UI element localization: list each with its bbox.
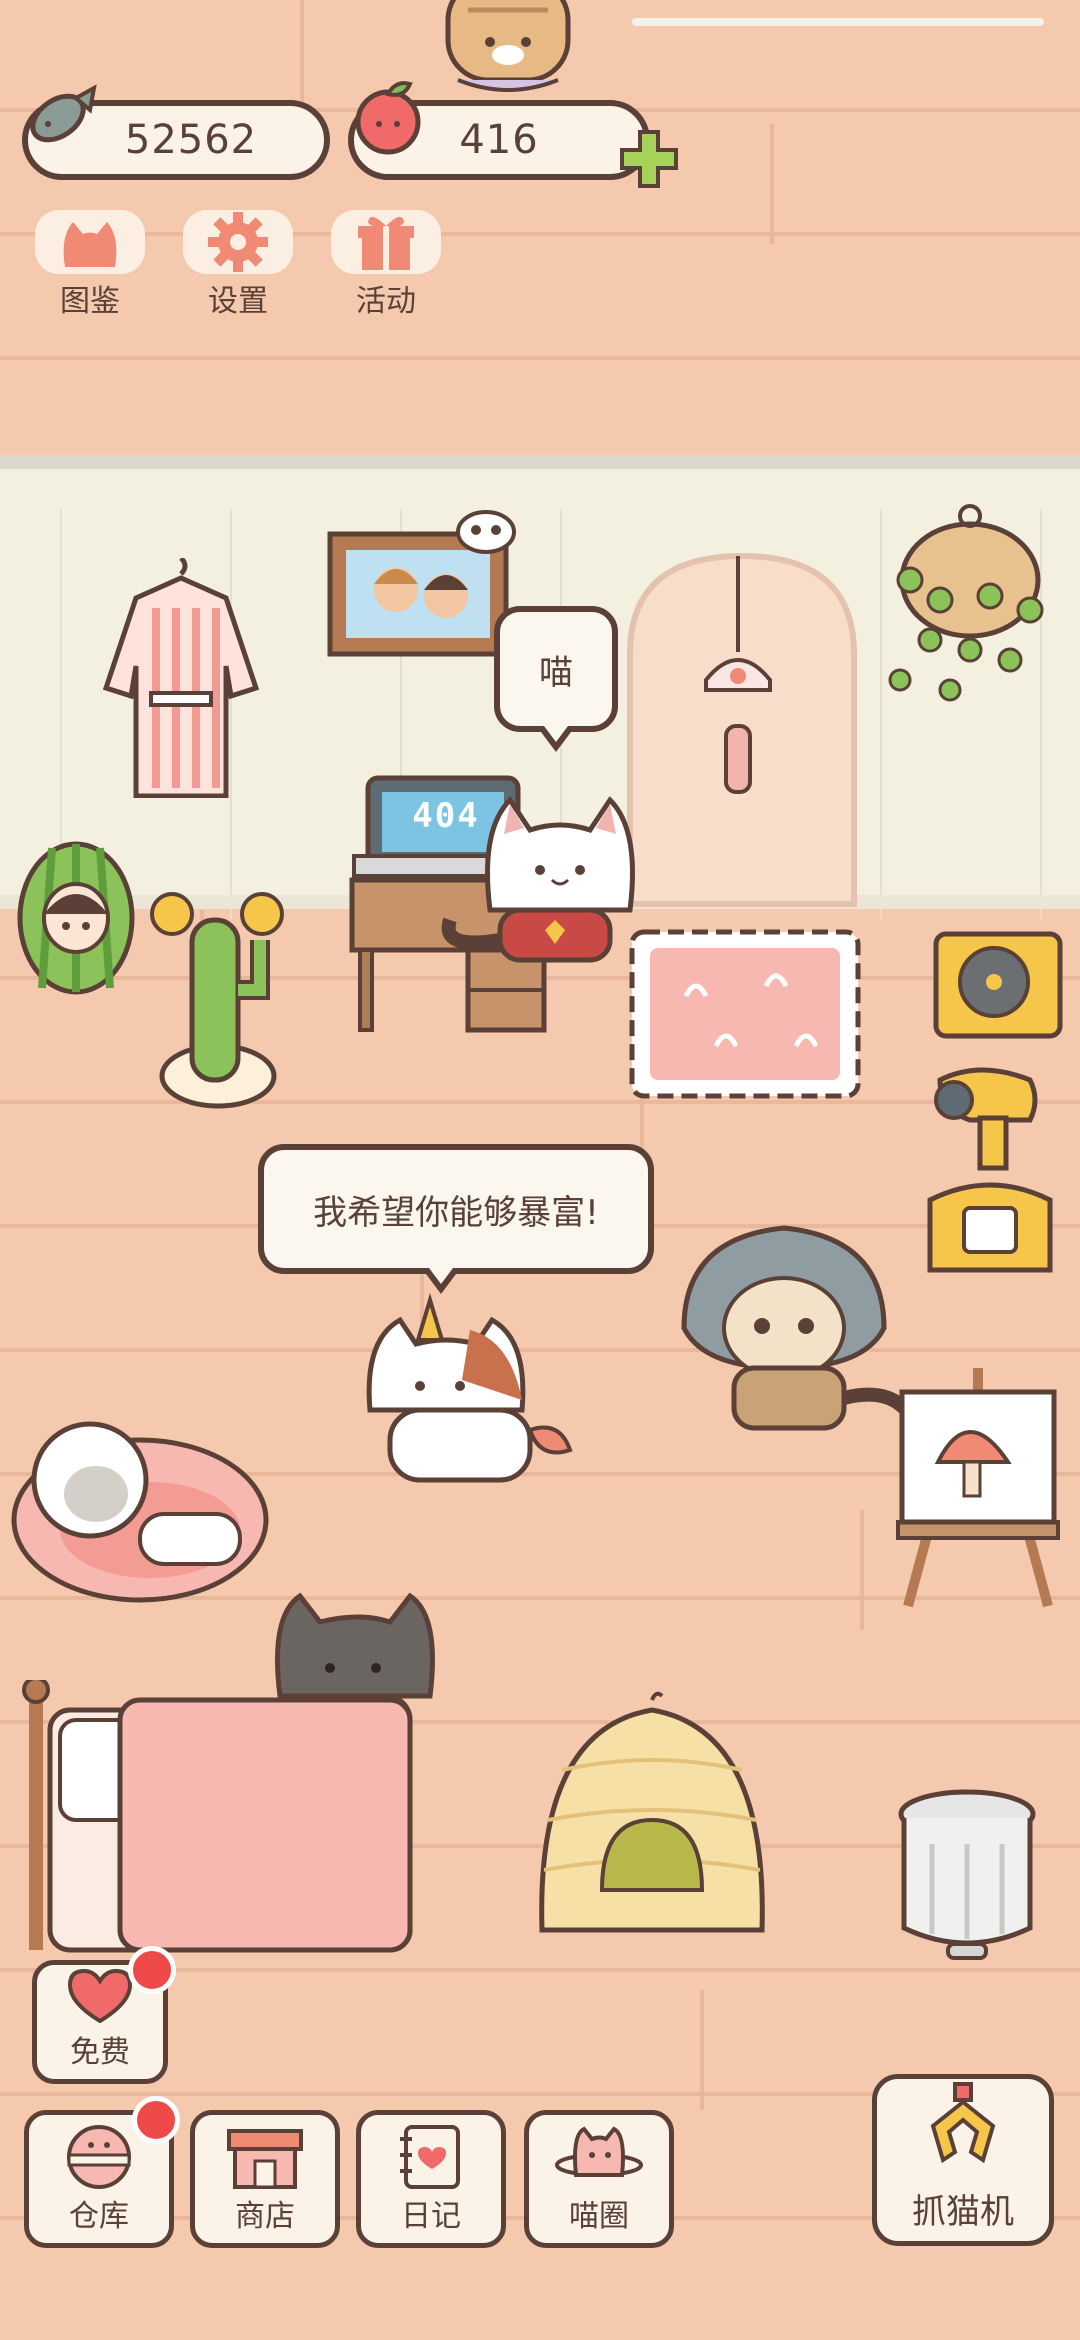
pink-rug[interactable] <box>626 926 864 1102</box>
cat-circle-button[interactable]: 喵圈 <box>524 2110 674 2248</box>
catalog-label: 图鉴 <box>60 284 120 319</box>
pink-bed[interactable] <box>20 1680 420 1960</box>
mushroom-painting-easel[interactable] <box>888 1362 1068 1612</box>
cat-planet-icon <box>555 2126 643 2177</box>
hanging-plant-decor[interactable] <box>870 500 1070 710</box>
floor-plank <box>770 124 774 244</box>
warehouse-label: 仓库 <box>69 2199 129 2234</box>
striped-robe-decor[interactable] <box>96 558 266 798</box>
straw-cat-house[interactable] <box>532 1690 772 1950</box>
fish-icon <box>30 84 97 143</box>
gear-icon <box>208 212 268 272</box>
cactus-scratch-post[interactable] <box>142 880 294 1114</box>
meow-speech-bubble: 喵 <box>494 606 618 752</box>
settings-button[interactable]: 设置 <box>178 210 298 320</box>
claw-machine-label: 抓猫机 <box>912 2192 1014 2232</box>
shop-button[interactable]: 商店 <box>190 2110 340 2248</box>
free-notification-badge <box>128 1946 176 1994</box>
add-apple-plus-icon[interactable] <box>618 128 680 190</box>
cat-circle-label: 喵圈 <box>569 2199 629 2234</box>
claw-icon <box>930 2082 996 2164</box>
claw-machine-button[interactable]: 抓猫机 <box>872 2074 1054 2246</box>
diary-button[interactable]: 日记 <box>356 2110 506 2248</box>
shop-label: 商店 <box>235 2199 295 2234</box>
trash-can[interactable] <box>892 1784 1042 1964</box>
events-button[interactable]: 活动 <box>326 210 446 320</box>
siamese-shark-hood-cat[interactable] <box>664 1218 924 1438</box>
calico-unicorn-cat[interactable] <box>350 1290 580 1500</box>
catalog-button[interactable]: 图鉴 <box>30 210 150 320</box>
warehouse-notification-badge <box>132 2096 180 2144</box>
gift-icon <box>358 216 414 270</box>
free-label: 免费 <box>70 2035 130 2070</box>
heart-icon <box>67 1968 133 2023</box>
diary-label: 日记 <box>401 2199 461 2234</box>
tabby-cat-avatar[interactable] <box>408 0 608 100</box>
shop-store-icon <box>227 2129 303 2189</box>
wish-speech-bubble: 我希望你能够暴富! <box>258 1144 654 1294</box>
warehouse-box-icon <box>67 2125 131 2189</box>
meow-text: 喵 <box>539 652 573 693</box>
events-label: 活动 <box>356 284 416 319</box>
apple-icon <box>355 81 421 155</box>
record-player[interactable] <box>932 930 1064 1040</box>
wish-text: 我希望你能够暴富! <box>313 1192 599 1233</box>
cat-face-icon <box>63 222 117 267</box>
floor-plank <box>700 1990 704 2110</box>
fish-currency-value: 52562 <box>124 117 258 163</box>
floor-plank <box>860 1510 864 1630</box>
cat-bed-sleeping-cat[interactable] <box>0 1410 280 1610</box>
settings-label: 设置 <box>208 284 268 319</box>
home-indicator <box>632 18 1044 26</box>
hairdryer-and-phone[interactable] <box>920 1060 1060 1280</box>
apple-currency-value: 416 <box>459 117 539 163</box>
melon-doll[interactable] <box>12 838 142 998</box>
diary-notebook-icon <box>400 2125 460 2189</box>
